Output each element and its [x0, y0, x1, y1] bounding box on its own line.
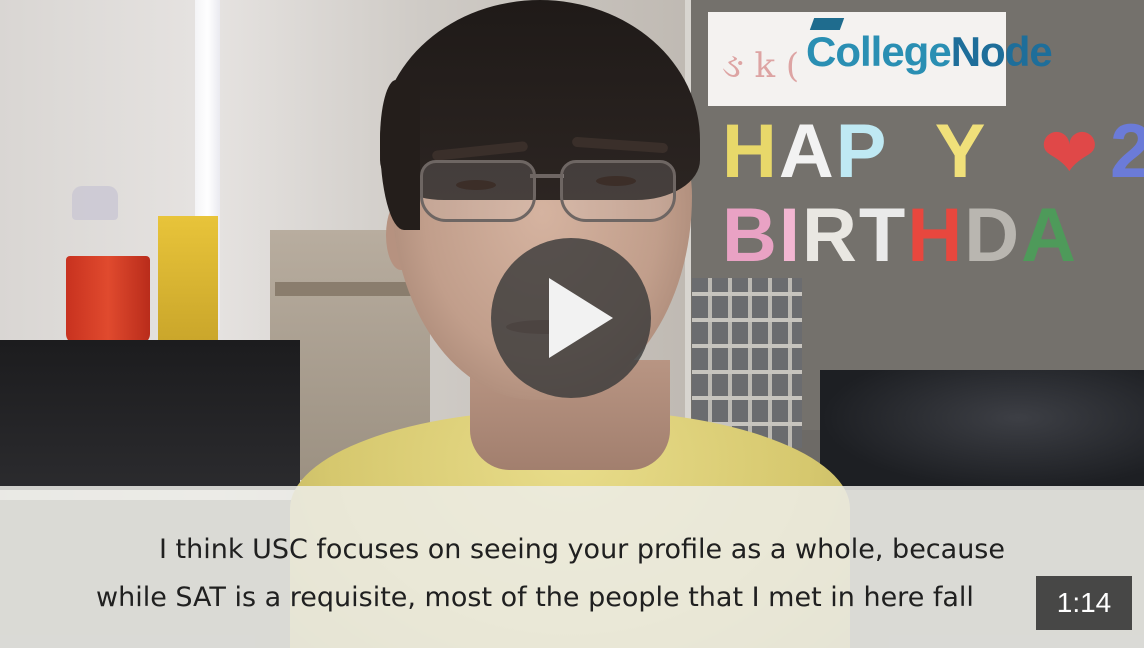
logo-text-accent: Node	[950, 28, 1053, 75]
banner-letter: P	[835, 109, 889, 194]
banner-letter: A	[778, 109, 836, 194]
lens	[420, 160, 536, 222]
play-button[interactable]	[491, 238, 651, 398]
dark-object	[0, 340, 300, 490]
bag	[820, 370, 1144, 490]
glasses	[420, 160, 682, 222]
banner-letter: H	[722, 109, 779, 194]
caption-line-1: I think USC focuses on seeing your profi…	[159, 534, 1005, 565]
eye	[456, 180, 496, 190]
logo-text-main: College	[806, 28, 952, 75]
glasses-bridge	[530, 174, 564, 178]
banner-happy: HAP Y	[722, 108, 987, 195]
eye	[596, 176, 636, 186]
shelf-board	[275, 282, 425, 296]
banner-letter: R	[802, 193, 859, 278]
yellow-box	[158, 216, 218, 346]
banner-letter: T	[858, 193, 908, 278]
banner-letter: D	[964, 193, 1022, 278]
banner-letter	[888, 109, 934, 194]
banner-letter: 2	[1110, 109, 1144, 194]
banner-letter: B	[722, 193, 779, 278]
play-icon	[549, 278, 613, 358]
red-cup	[66, 256, 150, 344]
duration-badge: 1:14	[1036, 576, 1132, 630]
video-player[interactable]: ઙ k ( CollegeNode HAP Y ❤ 2 BIRTHDA I th…	[0, 0, 1144, 648]
caption-band	[0, 486, 1144, 648]
banner-letter: H	[907, 193, 965, 278]
logo-scribble: ઙ k (	[722, 46, 800, 86]
heart-icon: ❤	[1040, 112, 1099, 194]
collegenode-logo: CollegeNode	[806, 28, 1053, 76]
caption-line-2: while SAT is a requisite, most of the pe…	[96, 582, 974, 613]
bottle	[72, 186, 118, 220]
banner-letter: Y	[934, 109, 988, 194]
banner-letter: I	[778, 193, 803, 278]
lens	[560, 160, 676, 222]
banner-letter: A	[1021, 193, 1079, 278]
banner-birthday: BIRTHDA	[722, 192, 1078, 279]
